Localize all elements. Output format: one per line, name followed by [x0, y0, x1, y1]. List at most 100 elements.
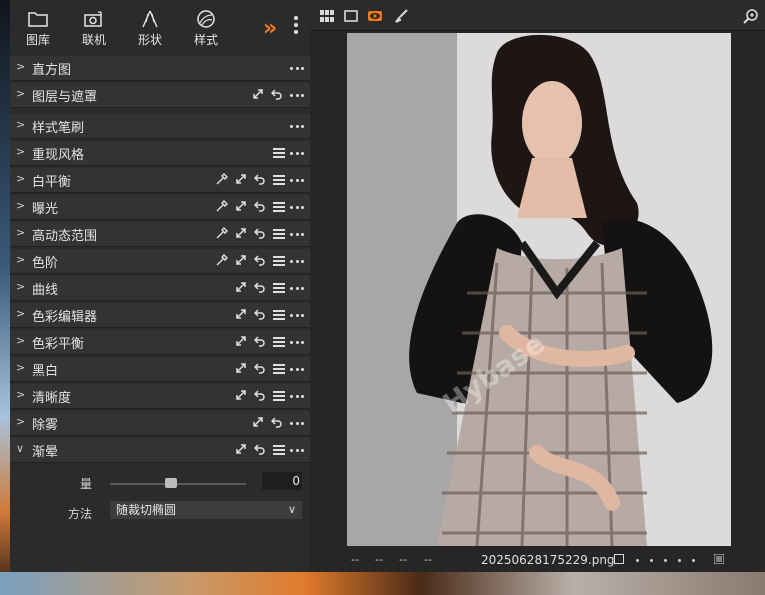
- more-options-icon[interactable]: [290, 173, 304, 187]
- rating-dot-icon[interactable]: [692, 559, 695, 562]
- chevron-right-icon[interactable]: >: [16, 280, 25, 293]
- more-options-icon[interactable]: [290, 389, 304, 403]
- menu-icon[interactable]: [273, 146, 285, 160]
- reset-icon[interactable]: [254, 362, 268, 376]
- chevron-right-icon[interactable]: >: [16, 334, 25, 347]
- picker-icon[interactable]: [216, 227, 230, 241]
- menu-icon[interactable]: [273, 227, 285, 241]
- amount-slider-thumb[interactable]: [165, 478, 178, 488]
- more-options-icon[interactable]: [290, 200, 304, 214]
- tab-library[interactable]: 图库: [14, 8, 62, 54]
- brush-icon[interactable]: [393, 8, 409, 24]
- reset-icon[interactable]: [254, 254, 268, 268]
- single-view-icon[interactable]: [343, 8, 359, 24]
- more-options-icon[interactable]: [290, 119, 304, 133]
- reset-icon[interactable]: [254, 443, 268, 457]
- grid-view-icon[interactable]: [319, 8, 335, 24]
- list-icon[interactable]: [713, 553, 725, 565]
- expand-icon[interactable]: [235, 308, 249, 322]
- tool-match-look[interactable]: > 重现风格: [10, 141, 310, 166]
- select-checkbox-icon[interactable]: [614, 554, 624, 564]
- tab-shape[interactable]: 形状: [126, 8, 174, 54]
- more-options-icon[interactable]: [290, 443, 304, 457]
- more-options-icon[interactable]: [290, 146, 304, 160]
- expand-icon[interactable]: [252, 88, 266, 102]
- rating-dot-icon[interactable]: [664, 559, 667, 562]
- reset-icon[interactable]: [271, 416, 285, 430]
- tool-levels[interactable]: > 色阶: [10, 249, 310, 274]
- tool-curves[interactable]: > 曲线: [10, 276, 310, 301]
- menu-icon[interactable]: [273, 389, 285, 403]
- tab-style[interactable]: 样式: [182, 8, 230, 54]
- kebab-menu-icon[interactable]: [294, 16, 298, 37]
- photo-preview[interactable]: Hybase: [347, 33, 731, 546]
- chevron-right-icon[interactable]: >: [16, 253, 25, 266]
- method-select[interactable]: 随裁切椭圆 ∨: [110, 501, 302, 519]
- menu-icon[interactable]: [273, 443, 285, 457]
- picker-icon[interactable]: [216, 254, 230, 268]
- expand-icon[interactable]: [235, 443, 249, 457]
- chevron-right-icon[interactable]: >: [16, 307, 25, 320]
- tool-hdr[interactable]: > 高动态范围: [10, 222, 310, 247]
- menu-icon[interactable]: [273, 335, 285, 349]
- reset-icon[interactable]: [254, 227, 268, 241]
- expand-icon[interactable]: [252, 416, 266, 430]
- tab-tethered[interactable]: 联机: [70, 8, 118, 54]
- more-options-icon[interactable]: [290, 227, 304, 241]
- picker-icon[interactable]: [216, 173, 230, 187]
- expand-icon[interactable]: [235, 389, 249, 403]
- chevron-right-icon[interactable]: >: [16, 415, 25, 428]
- chevron-down-icon[interactable]: ∨: [16, 442, 24, 455]
- tool-style-brushes[interactable]: > 样式笔刷: [10, 114, 310, 139]
- tool-color-balance[interactable]: > 色彩平衡: [10, 330, 310, 355]
- more-tabs-chevron-icon[interactable]: ››: [263, 16, 277, 41]
- chevron-right-icon[interactable]: >: [16, 361, 25, 374]
- tool-white-balance[interactable]: > 白平衡: [10, 168, 310, 193]
- chevron-right-icon[interactable]: >: [16, 199, 25, 212]
- amount-slider-track[interactable]: [110, 483, 246, 485]
- chevron-right-icon[interactable]: >: [16, 118, 25, 131]
- rating-dot-icon[interactable]: [650, 559, 653, 562]
- expand-icon[interactable]: [235, 362, 249, 376]
- expand-icon[interactable]: [235, 173, 249, 187]
- more-options-icon[interactable]: [290, 362, 304, 376]
- tool-layers-masks[interactable]: > 图层与遮罩: [10, 83, 310, 108]
- chevron-right-icon[interactable]: >: [16, 388, 25, 401]
- tool-color-editor[interactable]: > 色彩编辑器: [10, 303, 310, 328]
- amount-input[interactable]: 0: [262, 472, 302, 490]
- reset-icon[interactable]: [271, 88, 285, 102]
- tool-exposure[interactable]: > 曝光: [10, 195, 310, 220]
- tool-black-white[interactable]: > 黑白: [10, 357, 310, 382]
- reset-icon[interactable]: [254, 308, 268, 322]
- chevron-right-icon[interactable]: >: [16, 172, 25, 185]
- chevron-right-icon[interactable]: >: [16, 87, 25, 100]
- tool-histogram[interactable]: > 直方图: [10, 56, 310, 81]
- tool-clarity[interactable]: > 清晰度: [10, 384, 310, 409]
- menu-icon[interactable]: [273, 281, 285, 295]
- zoom-icon[interactable]: [743, 8, 759, 24]
- more-options-icon[interactable]: [290, 254, 304, 268]
- reset-icon[interactable]: [254, 173, 268, 187]
- menu-icon[interactable]: [273, 173, 285, 187]
- expand-icon[interactable]: [235, 200, 249, 214]
- more-options-icon[interactable]: [290, 61, 304, 75]
- expand-icon[interactable]: [235, 281, 249, 295]
- chevron-right-icon[interactable]: >: [16, 226, 25, 239]
- expand-icon[interactable]: [235, 335, 249, 349]
- reset-icon[interactable]: [254, 335, 268, 349]
- rating-dot-icon[interactable]: [636, 559, 639, 562]
- more-options-icon[interactable]: [290, 281, 304, 295]
- chevron-right-icon[interactable]: >: [16, 60, 25, 73]
- reset-icon[interactable]: [254, 281, 268, 295]
- menu-icon[interactable]: [273, 308, 285, 322]
- menu-icon[interactable]: [273, 254, 285, 268]
- reset-icon[interactable]: [254, 389, 268, 403]
- preview-eye-icon[interactable]: [367, 8, 383, 24]
- more-options-icon[interactable]: [290, 416, 304, 430]
- menu-icon[interactable]: [273, 200, 285, 214]
- tool-dehaze[interactable]: > 除雾: [10, 411, 310, 436]
- rating-dot-icon[interactable]: [678, 559, 681, 562]
- reset-icon[interactable]: [254, 200, 268, 214]
- more-options-icon[interactable]: [290, 88, 304, 102]
- chevron-right-icon[interactable]: >: [16, 145, 25, 158]
